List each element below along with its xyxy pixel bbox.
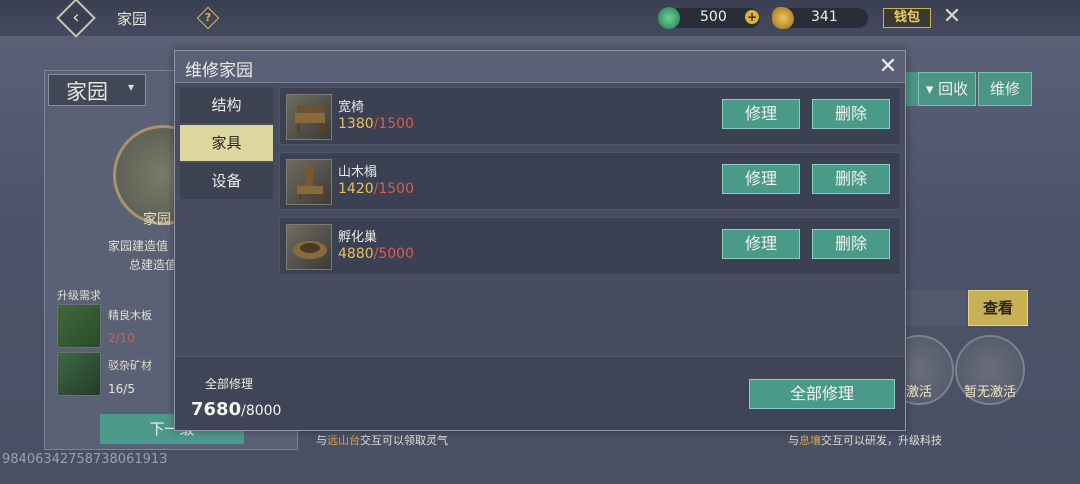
- close-icon[interactable]: ✕: [875, 54, 901, 80]
- requirement-name: 精良木板: [108, 309, 152, 322]
- total-durability: 7680/8000: [191, 399, 281, 420]
- item-name: 山木榻: [338, 165, 378, 180]
- wallet-button[interactable]: 钱包: [883, 8, 931, 28]
- help-question-mark: ?: [204, 11, 212, 24]
- recycle-button[interactable]: ▾ 回收: [918, 72, 976, 106]
- close-icon[interactable]: ✕: [940, 5, 964, 29]
- delete-button[interactable]: 删除: [812, 164, 890, 194]
- furniture-row: 山木榻 1420/1500 修理 删除: [279, 152, 901, 210]
- repair-button[interactable]: 修理: [722, 99, 800, 129]
- dialog-title: 维修家园: [185, 61, 253, 81]
- nest-icon: [286, 224, 332, 270]
- tab-furniture[interactable]: 家具: [180, 125, 273, 161]
- requirement-count: 2/10: [108, 331, 135, 345]
- hint-text: 交互可以领取灵气: [360, 434, 448, 447]
- page-title: 家园: [117, 10, 148, 28]
- inactive-label: 激活: [906, 385, 933, 400]
- chair-icon: [286, 94, 332, 140]
- total-current: 7680: [191, 399, 242, 420]
- tab-equipment[interactable]: 设备: [180, 163, 273, 199]
- right-head-edge: [904, 72, 918, 106]
- repair-all-button[interactable]: 全部修理: [749, 379, 895, 409]
- durability-current: 1420: [338, 181, 374, 197]
- top-bar: ‹ 家园 ? 500 + 341 钱包 ✕: [0, 0, 1080, 38]
- back-arrow-icon: ‹: [72, 7, 80, 28]
- jade-icon: [658, 7, 680, 29]
- item-name: 孵化巢: [338, 230, 378, 245]
- emblem-label: 家园: [143, 212, 171, 228]
- requirement-count: 16/5: [108, 382, 135, 396]
- hint-highlight: 远山台: [327, 434, 360, 447]
- item-durability: 4880/5000: [338, 246, 414, 262]
- durability-max: /1500: [373, 181, 414, 197]
- coin-icon: [772, 7, 794, 29]
- hint-text: 交互可以研发，升级科技: [821, 434, 942, 447]
- tab-structure[interactable]: 结构: [180, 87, 273, 123]
- delete-button[interactable]: 删除: [812, 229, 890, 259]
- build-value-label: 家园建造值: [108, 239, 169, 253]
- durability-max: /5000: [373, 246, 414, 262]
- chevron-down-icon: ▾: [128, 80, 135, 94]
- durability-max: /1500: [373, 116, 414, 132]
- player-id: 9840634275873806191З: [2, 452, 168, 467]
- right-strip: [906, 290, 966, 326]
- coin-value: 341: [811, 9, 838, 25]
- inactive-label: 暂无激活: [964, 385, 1017, 400]
- jade-value: 500: [700, 9, 727, 25]
- delete-button[interactable]: 删除: [812, 99, 890, 129]
- chevron-down-icon: ▾: [925, 80, 934, 98]
- repair-home-dialog: 维修家园 ✕ 结构 家具 设备 宽椅 1380/1500 修理 删除 山木榻 1…: [174, 50, 906, 431]
- repair-button[interactable]: 修理: [722, 164, 800, 194]
- check-button[interactable]: 查看: [968, 290, 1028, 326]
- item-durability: 1420/1500: [338, 181, 414, 197]
- furniture-row: 宽椅 1380/1500 修理 删除: [279, 87, 901, 145]
- plank-icon: [57, 304, 101, 348]
- item-name: 宽椅: [338, 100, 365, 115]
- repair-button[interactable]: 修理: [722, 229, 800, 259]
- qi-hint: 与远山台交互可以领取灵气: [316, 432, 448, 448]
- furniture-row: 孵化巢 4880/5000 修理 删除: [279, 217, 901, 275]
- item-durability: 1380/1500: [338, 116, 414, 132]
- all-repair-label: 全部修理: [205, 377, 254, 391]
- total-value-label: 总建造值: [129, 258, 178, 272]
- hint-text: 与: [316, 434, 327, 447]
- add-currency-icon[interactable]: +: [745, 10, 759, 24]
- dialog-footer: 全部修理 7680/8000 全部修理: [175, 356, 905, 430]
- hint-text: 与: [788, 434, 799, 447]
- repair-tab-button[interactable]: 维修: [978, 72, 1032, 106]
- ore-icon: [57, 352, 101, 396]
- dialog-header: 维修家园 ✕: [175, 51, 905, 83]
- tech-hint: 与息壤交互可以研发，升级科技: [788, 432, 942, 448]
- recycle-label: 回收: [938, 80, 969, 98]
- couch-icon: [286, 159, 332, 205]
- requirement-name: 驳杂矿材: [108, 359, 152, 372]
- total-max: /8000: [241, 403, 282, 419]
- durability-current: 1380: [338, 116, 374, 132]
- upgrade-requirements-title: 升级需求: [57, 289, 101, 302]
- durability-current: 4880: [338, 246, 374, 262]
- home-select-label: 家园: [66, 80, 108, 104]
- hint-highlight: 息壤: [799, 434, 821, 447]
